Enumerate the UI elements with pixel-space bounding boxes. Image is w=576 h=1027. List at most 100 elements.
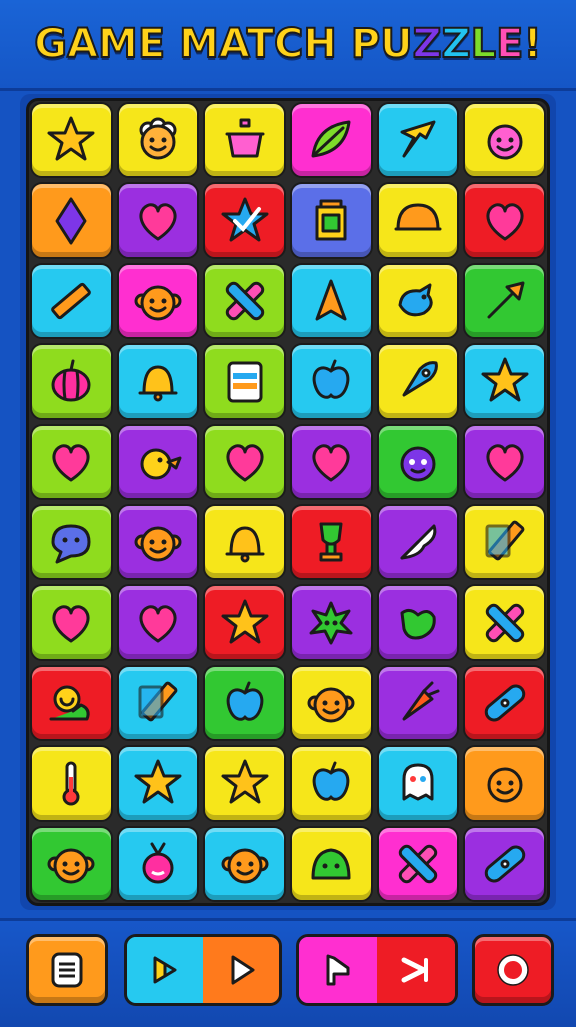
tile-r5-c1[interactable] <box>30 423 113 500</box>
arrow-up-icon <box>315 279 347 321</box>
tile-r7-c6[interactable] <box>463 584 546 661</box>
tile-r8-c6[interactable] <box>463 664 546 742</box>
tile-r6-c2[interactable] <box>116 504 200 581</box>
bell-icon <box>138 365 178 402</box>
tile-r10-c3[interactable] <box>203 825 286 902</box>
tile-r3-c5[interactable] <box>376 262 460 340</box>
apple-icon <box>312 359 350 400</box>
play-pair-button[interactable] <box>124 934 282 1006</box>
tile-r3-c4[interactable] <box>289 262 373 340</box>
tile-grid <box>30 102 546 902</box>
flag-icon <box>326 954 350 986</box>
tile-r8-c5[interactable] <box>376 664 460 742</box>
rocket-icon <box>402 361 438 397</box>
tile-r6-c5[interactable] <box>376 504 460 581</box>
tile-r10-c4[interactable] <box>289 825 373 902</box>
tile-r9-c4[interactable] <box>289 745 373 822</box>
tile-r4-c6[interactable] <box>463 343 546 420</box>
tile-r1-c2[interactable] <box>116 102 200 179</box>
tile-r4-c3[interactable] <box>203 343 286 420</box>
heart-icon <box>139 202 177 241</box>
speech-blob-icon <box>51 524 91 564</box>
trophy-icon <box>319 522 343 562</box>
snail-icon <box>49 685 90 721</box>
tile-r10-c5[interactable] <box>376 825 460 902</box>
tile-r3-c3[interactable] <box>203 262 286 340</box>
tile-r4-c5[interactable] <box>376 343 460 420</box>
tile-r9-c1[interactable] <box>30 745 113 822</box>
tile-r9-c2[interactable] <box>116 745 200 822</box>
tile-r10-c6[interactable] <box>463 825 546 902</box>
heart-icon <box>52 604 90 643</box>
tile-r1-c1[interactable] <box>30 102 113 179</box>
tile-r6-c4[interactable] <box>289 504 373 581</box>
star-check-icon <box>221 197 269 242</box>
lantern-icon <box>315 199 347 241</box>
splat-icon <box>309 601 353 645</box>
heart-icon <box>226 444 264 482</box>
monkey-face-icon <box>47 848 95 884</box>
star-icon <box>221 759 269 804</box>
pencil-icon <box>485 520 525 561</box>
tile-r5-c6[interactable] <box>463 423 546 500</box>
tile-r1-c5[interactable] <box>376 102 460 179</box>
tile-r7-c1[interactable] <box>30 584 113 661</box>
tile-r2-c3[interactable] <box>203 182 286 259</box>
tile-r7-c5[interactable] <box>376 584 460 661</box>
monkey-face-icon <box>134 526 182 562</box>
play-right-half[interactable] <box>203 937 279 1003</box>
helmet-icon <box>394 203 442 231</box>
sheep-face-icon <box>139 117 177 160</box>
tile-r3-c1[interactable] <box>30 262 113 340</box>
tile-r10-c1[interactable] <box>30 825 113 902</box>
diamond-icon <box>55 197 87 245</box>
tile-r8-c2[interactable] <box>116 664 200 742</box>
tile-r1-c6[interactable] <box>463 102 546 179</box>
tile-r2-c6[interactable] <box>463 182 546 259</box>
tile-r5-c2[interactable] <box>116 423 200 500</box>
tile-r5-c5[interactable] <box>376 423 460 500</box>
next-right-half[interactable] <box>377 937 455 1003</box>
next-pair-button[interactable] <box>296 934 458 1006</box>
monkey-face-icon <box>134 285 182 321</box>
star-icon <box>481 357 529 402</box>
slime-icon <box>311 848 351 880</box>
tile-r9-c3[interactable] <box>203 745 286 822</box>
clipboard-icon <box>227 361 263 403</box>
tile-r2-c4[interactable] <box>289 182 373 259</box>
record-button[interactable] <box>472 934 554 1006</box>
tile-r7-c4[interactable] <box>289 584 373 661</box>
tile-r4-c4[interactable] <box>289 343 373 420</box>
play-left-half[interactable] <box>127 937 203 1003</box>
game-title: GAME MATCH PUZZLE! <box>33 20 542 68</box>
bandage-icon <box>484 684 525 722</box>
tile-r6-c3[interactable] <box>203 504 286 581</box>
tile-r2-c2[interactable] <box>116 182 200 259</box>
play-icon <box>231 955 255 985</box>
tile-r5-c4[interactable] <box>289 423 373 500</box>
carrot-icon <box>402 681 440 721</box>
tile-r9-c6[interactable] <box>463 745 546 822</box>
tile-r10-c2[interactable] <box>116 825 200 902</box>
tile-r5-c3[interactable] <box>203 423 286 500</box>
tile-r6-c1[interactable] <box>30 504 113 581</box>
tile-r1-c4[interactable] <box>289 102 373 179</box>
tile-r2-c1[interactable] <box>30 182 113 259</box>
tile-r8-c4[interactable] <box>289 664 373 742</box>
tile-r8-c3[interactable] <box>203 664 286 742</box>
tile-r1-c3[interactable] <box>203 102 286 179</box>
tile-r3-c2[interactable] <box>116 262 200 340</box>
tile-r3-c6[interactable] <box>463 262 546 340</box>
tile-r6-c6[interactable] <box>463 504 546 581</box>
tile-r4-c2[interactable] <box>116 343 200 420</box>
menu-button[interactable] <box>26 934 108 1006</box>
tile-r8-c1[interactable] <box>30 664 113 742</box>
tile-r2-c5[interactable] <box>376 182 460 259</box>
tile-r7-c3[interactable] <box>203 584 286 661</box>
next-left-half[interactable] <box>299 937 377 1003</box>
apple-icon <box>226 681 264 721</box>
tile-r4-c1[interactable] <box>30 343 113 420</box>
tile-r9-c5[interactable] <box>376 745 460 822</box>
tile-r7-c2[interactable] <box>116 584 200 661</box>
title-bar: GAME MATCH PUZZLE! <box>0 0 576 91</box>
